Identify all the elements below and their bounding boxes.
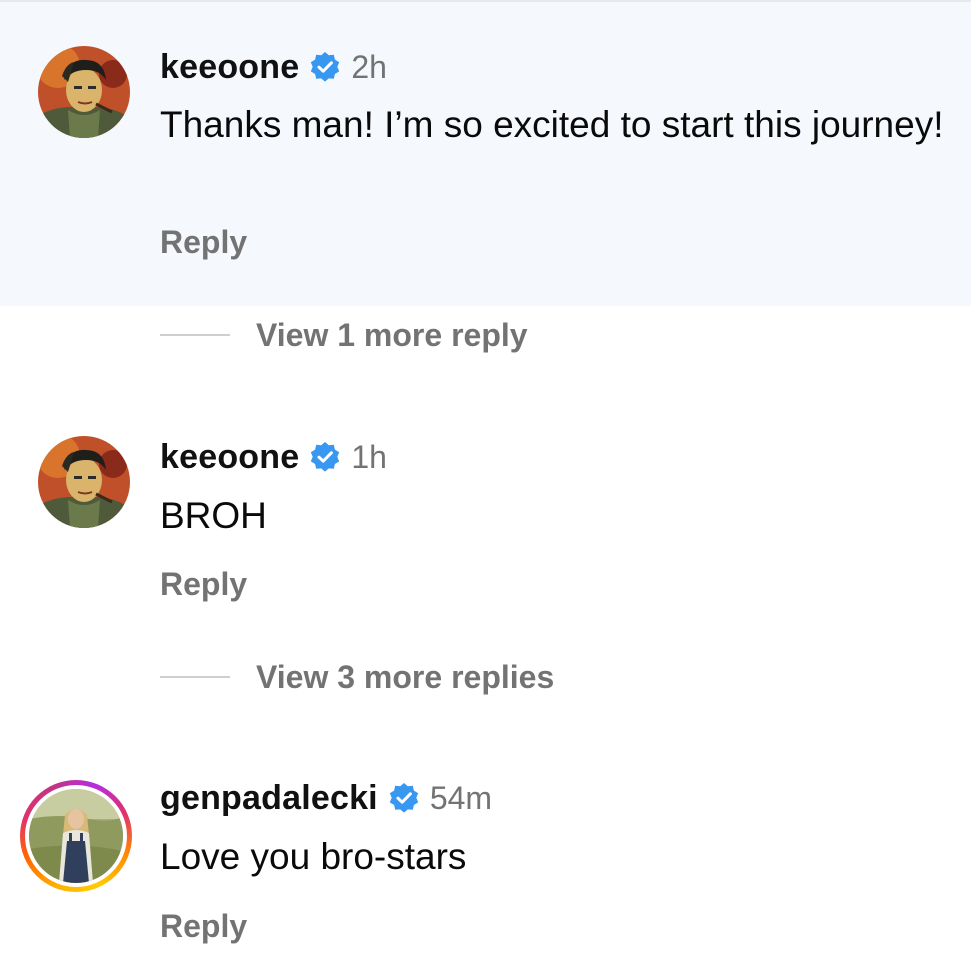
divider-line (160, 676, 230, 678)
comment-text: Thanks man! I’m so excited to start this… (160, 104, 944, 145)
comment-timestamp: 1h (351, 438, 387, 475)
view-more-replies-button[interactable]: View 3 more replies (160, 657, 554, 697)
comment-timestamp: 54m (429, 779, 493, 816)
verified-badge-icon (311, 52, 340, 82)
avatar[interactable] (38, 436, 130, 528)
highlighted-comment-background (0, 0, 971, 306)
view-more-label: View 3 more replies (256, 658, 555, 695)
comment-text: BROH (160, 495, 267, 536)
view-more-label: View 1 more reply (256, 316, 528, 353)
story-ring-avatar[interactable] (20, 780, 132, 892)
comment-header: keeoone 1h (160, 435, 387, 479)
view-more-replies-button[interactable]: View 1 more reply (160, 315, 528, 355)
verified-badge-icon (311, 442, 340, 472)
username[interactable]: keeoone (160, 438, 299, 477)
avatar-painting-image (38, 46, 130, 138)
username[interactable]: keeoone (160, 48, 299, 87)
reply-button[interactable]: Reply (160, 566, 247, 603)
comment-text: Love you bro-stars (160, 836, 467, 877)
avatar-photo-image (29, 789, 123, 883)
reply-button[interactable]: Reply (160, 908, 247, 945)
comment-header: genpadalecki 54m (160, 776, 492, 820)
comment-header: keeoone 2h (160, 45, 387, 89)
verified-badge-icon (389, 783, 419, 813)
avatar-painting-image (38, 436, 130, 528)
username[interactable]: genpadalecki (160, 779, 378, 818)
comment-timestamp: 2h (351, 48, 387, 85)
divider-line (160, 334, 230, 336)
comments-thread: keeoone 2h Thanks man! I’m so excited to… (0, 0, 971, 958)
reply-button[interactable]: Reply (160, 224, 247, 261)
avatar[interactable] (38, 46, 130, 138)
avatar (29, 789, 123, 883)
